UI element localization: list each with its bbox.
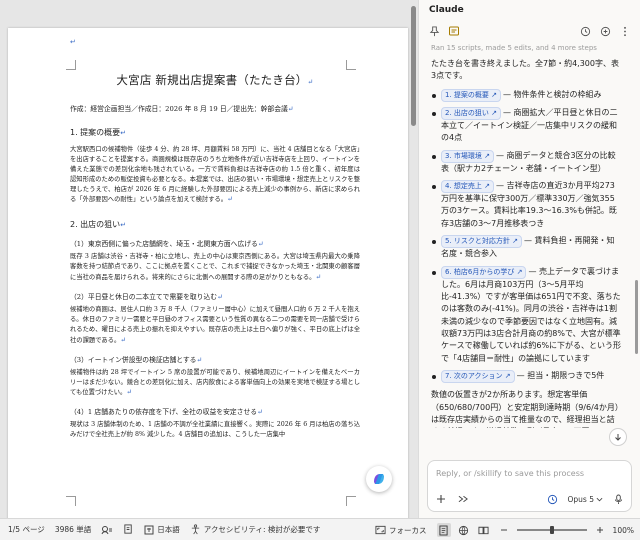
claude-toolbar bbox=[419, 20, 640, 42]
section-1-heading: 1. 提案の概要↵ bbox=[70, 128, 127, 137]
document-pane[interactable]: ↵ 大宮店 新規出店提案書（たたき台）↵ 作成：経営企画担当／作成日：2026 … bbox=[0, 0, 418, 518]
crop-mark-bottom-left bbox=[66, 496, 76, 506]
claude-header: Claude bbox=[419, 0, 640, 20]
section-2-sub3-body: 候補物件は約 28 坪でイートイン 5 席の設置が可能であり、候補地周辺にイート… bbox=[70, 368, 360, 397]
arrow-down-icon bbox=[615, 434, 621, 441]
scroll-to-bottom-button[interactable] bbox=[609, 428, 627, 446]
page-count[interactable]: 1/5 ページ bbox=[8, 524, 45, 535]
message-closing: 数値の仮置きが2か所あります。想定客単価（650/680/700円）と安定期到達… bbox=[431, 390, 619, 428]
section-link-chip[interactable]: 6. 柏店6月からの学び ↗ bbox=[441, 265, 527, 279]
section-link-chip[interactable]: 3. 市場環境 ↗ bbox=[441, 149, 494, 163]
section-2-sub4-body: 現状は 3 店舗体制のため、1 店舗の不調が全社業績に直接響く。実際に 2026… bbox=[70, 421, 360, 439]
section-1-body: 大宮駅西口の候補物件（徒歩 4 分、約 28 坪、月額賃料 58 万円）に、当社… bbox=[70, 146, 360, 204]
section-2-sub1-body: 既存 3 店舗は渋谷・吉祥寺・柏に立地し、売上の中心は東京西側にある。大宮は埼玉… bbox=[70, 253, 360, 282]
section-link-chip[interactable]: 2. 出店の狙い ↗ bbox=[441, 106, 501, 120]
web-layout-view-icon[interactable] bbox=[457, 523, 471, 537]
model-selector[interactable]: Opus 5 bbox=[568, 495, 603, 504]
section-2-sub3-heading: （3）イートイン併設型の検証店舗とする↵ bbox=[70, 355, 203, 364]
focus-label: フォーカス bbox=[389, 525, 427, 535]
section-summary-list: 1. 提案の概要 ↗ — 物件条件と検討の枠組み 2. 出店の狙い ↗ — 商圏拡大／… bbox=[431, 88, 622, 384]
section-link-chip[interactable]: 5. リスクと対応方針 ↗ bbox=[441, 235, 522, 249]
section-link-chip[interactable]: 7. 次のアクション ↗ bbox=[441, 370, 515, 384]
section-2-sub4-heading: （4）1 店舗あたりの依存度を下げ、全社の収益を安定させる↵ bbox=[70, 408, 263, 417]
accessibility-status[interactable]: アクセシビリティ: 検討が必要です bbox=[190, 524, 321, 535]
timer-icon[interactable] bbox=[546, 492, 560, 506]
section-2-heading: 2. 出店の狙い↵ bbox=[70, 220, 127, 230]
summary-item: 7. 次のアクション ↗ — 担当・期限つきで5件 bbox=[431, 370, 622, 384]
status-bar-right: フォーカス 100% bbox=[375, 519, 634, 540]
language-icon bbox=[144, 525, 154, 534]
claude-panel: Claude Ran 15 scripts, made 5 edits, and… bbox=[418, 0, 640, 518]
section-link-chip[interactable]: 1. 提案の概要 ↗ bbox=[441, 88, 501, 102]
new-chat-icon[interactable] bbox=[598, 24, 612, 38]
focus-mode[interactable]: フォーカス bbox=[375, 525, 427, 536]
run-status[interactable]: Ran 15 scripts, made 5 edits, and 4 more… bbox=[419, 42, 640, 54]
summary-item: 1. 提案の概要 ↗ — 物件条件と検討の枠組み bbox=[431, 88, 622, 102]
summary-item: 6. 柏店6月からの学び ↗ — 売上データで裏づけました。6月は月商103万円（… bbox=[431, 265, 622, 366]
document-content[interactable]: 大宮店 新規出店提案書（たたき台）↵ 作成：経営企画担当／作成日：2026 年 … bbox=[70, 42, 360, 440]
zoom-in-button[interactable] bbox=[593, 523, 607, 537]
summary-text: — 物件条件と検討の枠組み bbox=[503, 89, 602, 99]
print-layout-view-icon[interactable] bbox=[436, 523, 451, 537]
zoom-level[interactable]: 100% bbox=[613, 526, 634, 535]
document-meta: 作成：経営企画担当／作成日：2026 年 8 月 19 日／提出先：幹部会議↵ bbox=[70, 105, 294, 113]
copilot-button[interactable] bbox=[366, 466, 392, 492]
crop-mark-bottom-right bbox=[346, 496, 356, 506]
zoom-knob[interactable] bbox=[549, 526, 554, 534]
clock-icon[interactable] bbox=[578, 24, 592, 38]
microphone-icon[interactable] bbox=[611, 492, 625, 506]
word-count[interactable]: 3986 単語 bbox=[55, 524, 91, 535]
proofing-icon[interactable] bbox=[101, 525, 113, 535]
summary-item: 4. 想定売上 ↗ — 吉祥寺店の直近3か月平均273万円を基準に保守300万／標… bbox=[431, 179, 622, 230]
focus-icon bbox=[375, 525, 386, 535]
tools-icon[interactable] bbox=[456, 492, 470, 506]
zoom-slider[interactable] bbox=[516, 525, 587, 535]
model-name: Opus 5 bbox=[567, 494, 594, 504]
zoom-out-button[interactable] bbox=[497, 523, 511, 537]
message-intro: たたき台を書き終えました。全7節・約4,300字、表3点です。 bbox=[431, 59, 619, 81]
section-2-sub2-heading: （2）平日昼と休日の二本立てで需要を取り込む↵ bbox=[70, 293, 223, 302]
claude-title: Claude bbox=[429, 5, 464, 15]
claude-message: たたき台を書き終えました。全7節・約4,300字、表3点です。 1. 提案の概要… bbox=[419, 58, 632, 428]
read-mode-view-icon[interactable] bbox=[477, 523, 491, 537]
document-title: 大宮店 新規出店提案書（たたき台）↵ bbox=[116, 73, 314, 87]
chevron-down-icon bbox=[596, 497, 603, 501]
section-2-sub1-heading: （1）東京西側に偏った店舗網を、埼玉・北関東方面へ広げる↵ bbox=[70, 240, 264, 249]
copilot-icon bbox=[374, 474, 384, 484]
accessibility-icon bbox=[191, 524, 199, 535]
document-page[interactable]: ↵ 大宮店 新規出店提案書（たたき台）↵ 作成：経営企画担当／作成日：2026 … bbox=[8, 28, 408, 518]
add-attachment-icon[interactable] bbox=[434, 492, 448, 506]
reply-input[interactable] bbox=[436, 469, 626, 478]
summary-item: 5. リスクと対応方針 ↗ — 賃料負担・再開発・知名度・競合参入 bbox=[431, 235, 622, 260]
language-label: 日本語 bbox=[157, 525, 180, 534]
status-bar: 1/5 ページ 3986 単語 日本語 アクセシビリティ: 検討が必要です フォ… bbox=[0, 518, 640, 540]
claude-scroll-thumb[interactable] bbox=[635, 280, 638, 354]
document-scroll-thumb[interactable] bbox=[411, 6, 416, 126]
pin-icon[interactable] bbox=[427, 24, 441, 38]
summary-item: 2. 出店の狙い ↗ — 商圏拡大／平日昼と休日の二本立て／イートイン検証／一店集… bbox=[431, 106, 622, 145]
document-scrollbar[interactable] bbox=[410, 0, 418, 518]
accessibility-label: アクセシビリティ: 検討が必要です bbox=[203, 525, 321, 534]
section-2-sub2-body: 候補地の商圏は、居住人口約 3 万 8 千人（ファミリー層中心）に加えて昼間人口… bbox=[70, 306, 360, 344]
summary-text: — 売上データで裏づけました。6月は月商103万円（3〜5月平均比-41.3%）… bbox=[441, 266, 622, 363]
language-indicator[interactable]: 日本語 bbox=[144, 524, 180, 535]
app-window: ↵ 大宮店 新規出店提案書（たたき台）↵ 作成：経営企画担当／作成日：2026 … bbox=[0, 0, 640, 540]
claude-scrollbar[interactable] bbox=[634, 58, 638, 428]
section-link-chip[interactable]: 4. 想定売上 ↗ bbox=[441, 179, 494, 193]
composer: Opus 5 bbox=[427, 460, 632, 512]
text-predictions-icon[interactable] bbox=[123, 524, 134, 535]
composer-controls: Opus 5 bbox=[434, 491, 625, 507]
summary-text: — 担当・期限つきで5件 bbox=[516, 371, 605, 381]
history-icon[interactable] bbox=[447, 24, 461, 38]
more-menu-icon[interactable] bbox=[618, 24, 632, 38]
summary-item: 3. 市場環境 ↗ — 商圏データと競合3区分の比較表（駅ナカ2チェーン・老舗・イ… bbox=[431, 149, 622, 175]
